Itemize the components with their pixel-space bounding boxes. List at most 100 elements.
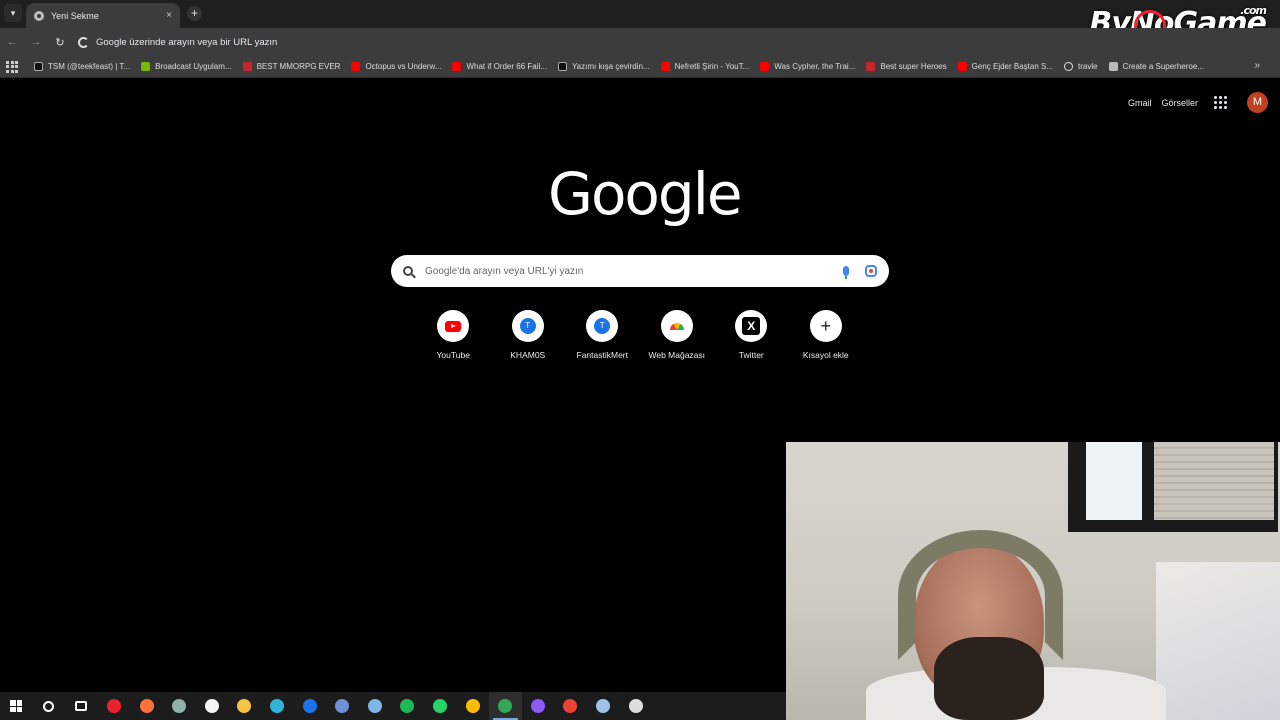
shortcut-twitter[interactable]: X Twitter (714, 310, 789, 360)
bookmarks-bar: TSM (@teekfeast) | T... Broadcast Uygula… (0, 56, 1280, 78)
rainbow-icon (669, 322, 684, 330)
headset (898, 530, 1063, 660)
udemy-icon (866, 62, 876, 71)
chevron-down-icon: ▾ (10, 7, 16, 18)
windows-taskbar (0, 692, 786, 720)
back-arrow-icon[interactable]: ← (0, 36, 24, 48)
youtube-icon (351, 62, 361, 71)
chrome-icon (563, 699, 578, 713)
taskbar-whatsapp-button[interactable] (424, 692, 457, 720)
taskbar-store-button[interactable] (196, 692, 229, 720)
bookmark-item[interactable]: Best super Heroes (866, 62, 947, 71)
taskbar-chrome-button[interactable] (488, 692, 522, 720)
edge-icon (270, 699, 285, 713)
new-tab-button[interactable]: + (187, 6, 202, 21)
address-bar[interactable]: Google üzerinde arayın veya bir URL yazı… (78, 31, 1138, 53)
room-window (1068, 442, 1278, 532)
forward-arrow-icon[interactable]: → (24, 36, 48, 48)
chevron-right-icon[interactable]: » (1254, 60, 1260, 71)
taskbar-outlook-button[interactable] (293, 692, 326, 720)
whatsapp-icon (433, 699, 448, 713)
bookmark-item[interactable]: Octopus vs Underw... (351, 62, 441, 71)
taskbar-firefox-button[interactable] (130, 692, 163, 720)
taskbar-edge-button[interactable] (261, 692, 294, 720)
document-icon (1108, 62, 1118, 71)
app-icon (628, 699, 643, 713)
compass-icon (1064, 62, 1074, 71)
tab-new-tab[interactable]: Yeni Sekme × (26, 3, 180, 28)
taskbar-windows-start-button[interactable] (0, 692, 33, 720)
search-input[interactable] (425, 265, 843, 277)
tab-strip: ▾ Yeni Sekme × + ByNoGame .com (0, 0, 1280, 41)
add-shortcut-button[interactable]: + Kısayol ekle (789, 310, 864, 360)
taskbar-chrome-button[interactable] (554, 692, 587, 720)
taskbar-app-button[interactable] (619, 692, 652, 720)
store-icon (204, 699, 219, 713)
bookmark-item[interactable]: Nefretli Şirin - YouT... (660, 62, 749, 71)
taskbar-spotify-button[interactable] (391, 692, 424, 720)
nvidia-icon (141, 62, 151, 71)
youtube-icon (957, 62, 967, 71)
firefox-icon (139, 699, 154, 713)
bookmark-item[interactable]: travle (1064, 62, 1098, 71)
app-icon (367, 699, 382, 713)
youtube-icon (760, 62, 770, 71)
google-apps-icon[interactable] (1214, 96, 1227, 109)
apps-grid-icon[interactable] (6, 60, 18, 73)
outlook-icon (302, 699, 317, 713)
opera-icon (107, 699, 122, 713)
shortcut-fantastikmert[interactable]: T FantastikMert (565, 310, 640, 360)
address-bar-text: Google üzerinde arayın veya bir URL yazı… (96, 36, 278, 48)
plus-icon: + (820, 316, 831, 336)
google-g-icon (78, 36, 89, 48)
tab-title: Yeni Sekme (51, 10, 99, 21)
letter-t-icon: T (519, 318, 536, 334)
taskbar-chrome-button[interactable] (456, 692, 489, 720)
images-link[interactable]: Görseller (1161, 98, 1198, 108)
windows-start-icon (10, 700, 23, 712)
shortcut-youtube[interactable]: YouTube (416, 310, 491, 360)
bookmark-item[interactable]: Broadcast Uygulam... (141, 62, 232, 71)
task-view-icon (75, 701, 88, 711)
bookmark-item[interactable]: Create a Superheroe... (1108, 62, 1204, 71)
microphone-icon[interactable] (843, 266, 849, 279)
taskbar-discord-button[interactable] (522, 692, 555, 720)
gmail-link[interactable]: Gmail (1128, 98, 1152, 108)
bookmark-item[interactable]: Was Cypher, the Trai... (760, 62, 855, 71)
taskbar-opera-button[interactable] (98, 692, 131, 720)
file-explorer-icon (237, 699, 252, 713)
letter-t-icon: T (594, 318, 611, 334)
search-box[interactable] (391, 255, 889, 287)
avatar[interactable]: M (1247, 92, 1268, 113)
search-icon (43, 700, 55, 712)
google-logo: Google (548, 160, 743, 228)
taskbar-app-button[interactable] (163, 692, 196, 720)
bookmark-item[interactable]: Yazımı kışa çevirdin... (557, 62, 650, 71)
app-icon (335, 699, 350, 713)
x-icon: X (742, 317, 761, 335)
google-lens-icon[interactable] (865, 265, 877, 277)
taskbar-app-button[interactable] (359, 692, 392, 720)
bookmark-item[interactable]: TSM (@teekfeast) | T... (34, 62, 130, 71)
taskbar-search-button[interactable] (33, 692, 66, 720)
top-links: Gmail Görseller M (1128, 92, 1280, 113)
bookmark-item[interactable]: BEST MMORPG EVER (242, 62, 340, 71)
taskbar-steam-button[interactable] (587, 692, 620, 720)
tab-search-button[interactable]: ▾ (4, 4, 22, 22)
taskbar-file-explorer-button[interactable] (228, 692, 261, 720)
chrome-icon (498, 699, 513, 713)
room-bed (1156, 562, 1280, 720)
udemy-icon (242, 62, 252, 71)
bookmark-item[interactable]: What if Order 66 Fail... (452, 62, 547, 71)
close-tab-icon[interactable]: × (166, 10, 172, 21)
discord-icon (530, 699, 545, 713)
taskbar-task-view-button[interactable] (65, 692, 98, 720)
reload-icon[interactable]: ↻ (48, 36, 72, 49)
bookmark-item[interactable]: Genç Ejder Baştan S... (957, 62, 1053, 71)
browser-toolbar: ← → ↻ Google üzerinde arayın veya bir UR… (0, 28, 1280, 56)
shortcut-kham0s[interactable]: T KHAM0S (491, 310, 566, 360)
search-icon (403, 266, 413, 276)
shortcut-web-store[interactable]: Web Mağazası (640, 310, 715, 360)
webcam-overlay (786, 442, 1280, 720)
taskbar-app-button[interactable] (326, 692, 359, 720)
